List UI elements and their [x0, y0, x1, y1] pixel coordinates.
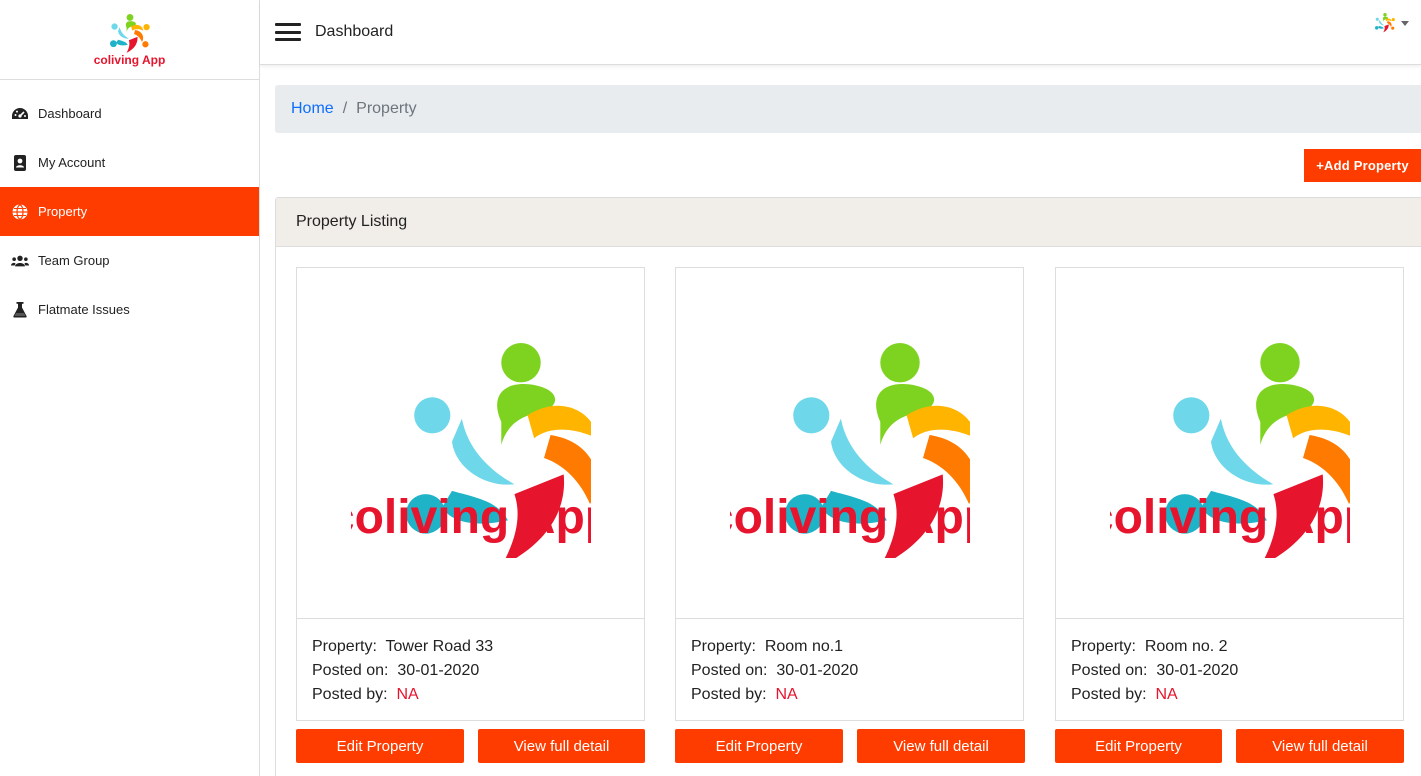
sidebar-item-my-account[interactable]: My Account — [0, 138, 259, 187]
property-name-row: Property: Tower Road 33 — [312, 638, 494, 655]
sidebar-item-team-group[interactable]: Team Group — [0, 236, 259, 285]
edit-property-button[interactable]: Edit Property — [296, 729, 464, 763]
coliving-logo-image: coliving App — [730, 328, 970, 544]
breadcrumb-separator: / — [342, 100, 348, 117]
sidebar-item-label: Property — [38, 204, 88, 219]
view-full-detail-button[interactable]: View full detail — [857, 729, 1025, 763]
sidebar-item-label: Dashboard — [38, 106, 102, 121]
add-property-button[interactable]: +Add Property — [1304, 149, 1421, 182]
sidebar-item-flatmate-issues[interactable]: Flatmate Issues — [0, 285, 259, 334]
coliving-logo-icon — [1375, 13, 1395, 33]
sidebar-item-property[interactable]: Property — [0, 187, 259, 236]
property-card: coliving App Property: Room no. 2 Posted… — [1055, 267, 1404, 721]
sidebar-item-label: My Account — [38, 155, 106, 170]
posted-on-date: 30-01-2020 — [776, 662, 859, 679]
posted-on-row: Posted on: 30-01-2020 — [312, 662, 480, 679]
property-name: Room no.1 — [764, 638, 844, 655]
posted-on-row: Posted on: 30-01-2020 — [1071, 662, 1239, 679]
breadcrumb-home-link[interactable]: Home — [291, 100, 334, 118]
page-title: Dashboard — [315, 23, 394, 40]
coliving-logo-icon — [110, 14, 150, 54]
property-card: coliving App Property: Tower Road 33 Pos… — [296, 267, 645, 721]
posted-on-row: Posted on: 30-01-2020 — [691, 662, 859, 679]
sidebar-item-dashboard[interactable]: Dashboard — [0, 89, 259, 138]
brand-name: coliving App — [93, 52, 166, 67]
property-image: coliving App — [1056, 268, 1403, 619]
posted-by-value: NA — [1155, 686, 1178, 703]
property-name: Tower Road 33 — [385, 638, 494, 655]
property-image: coliving App — [676, 268, 1023, 619]
breadcrumb-current: Property — [356, 100, 417, 117]
caret-down-icon — [1401, 20, 1409, 26]
property-info: Property: Room no. 2 Posted on: 30-01-20… — [1056, 619, 1403, 707]
globe-icon — [11, 203, 29, 221]
sidebar-nav: Dashboard My Account Property Team Group… — [0, 89, 259, 334]
property-info: Property: Room no.1 Posted on: 30-01-202… — [676, 619, 1023, 707]
posted-on-date: 30-01-2020 — [397, 662, 480, 679]
posted-on-date: 30-01-2020 — [1156, 662, 1239, 679]
coliving-logo-image: coliving App — [1110, 328, 1350, 544]
sidebar-item-label: Team Group — [38, 253, 110, 268]
property-card: coliving App Property: Room no.1 Posted … — [675, 267, 1024, 721]
property-name-row: Property: Room no. 2 — [1071, 638, 1228, 655]
posted-by-row: Posted by: NA — [691, 686, 798, 703]
property-name-row: Property: Room no.1 — [691, 638, 844, 655]
tachometer-icon — [11, 105, 29, 123]
top-bar: Dashboard — [260, 0, 1421, 65]
edit-property-button[interactable]: Edit Property — [675, 729, 843, 763]
users-icon — [11, 252, 29, 270]
brand-logo[interactable]: coliving App — [0, 0, 259, 80]
posted-by-value: NA — [396, 686, 419, 703]
sidebar-item-label: Flatmate Issues — [38, 302, 130, 317]
sidebar: coliving App Dashboard My Account Proper… — [0, 0, 260, 776]
user-menu-dropdown[interactable] — [1375, 13, 1409, 33]
edit-property-button[interactable]: Edit Property — [1055, 729, 1222, 763]
panel-title: Property Listing — [276, 198, 1421, 247]
flask-icon — [11, 301, 29, 319]
posted-by-value: NA — [775, 686, 798, 703]
breadcrumb: Home / Property — [275, 85, 1421, 133]
property-name: Room no. 2 — [1144, 638, 1228, 655]
svg-text:coliving App: coliving App — [351, 491, 591, 544]
posted-by-row: Posted by: NA — [312, 686, 419, 703]
coliving-logo-image: coliving App — [351, 328, 591, 544]
view-full-detail-button[interactable]: View full detail — [1236, 729, 1404, 763]
svg-text:coliving App: coliving App — [730, 491, 970, 544]
address-book-icon — [11, 154, 29, 172]
property-info: Property: Tower Road 33 Posted on: 30-01… — [297, 619, 644, 707]
hamburger-menu-icon[interactable] — [275, 23, 301, 41]
posted-by-row: Posted by: NA — [1071, 686, 1178, 703]
svg-text:coliving App: coliving App — [1110, 491, 1350, 544]
view-full-detail-button[interactable]: View full detail — [478, 729, 645, 763]
property-image: coliving App — [297, 268, 644, 619]
